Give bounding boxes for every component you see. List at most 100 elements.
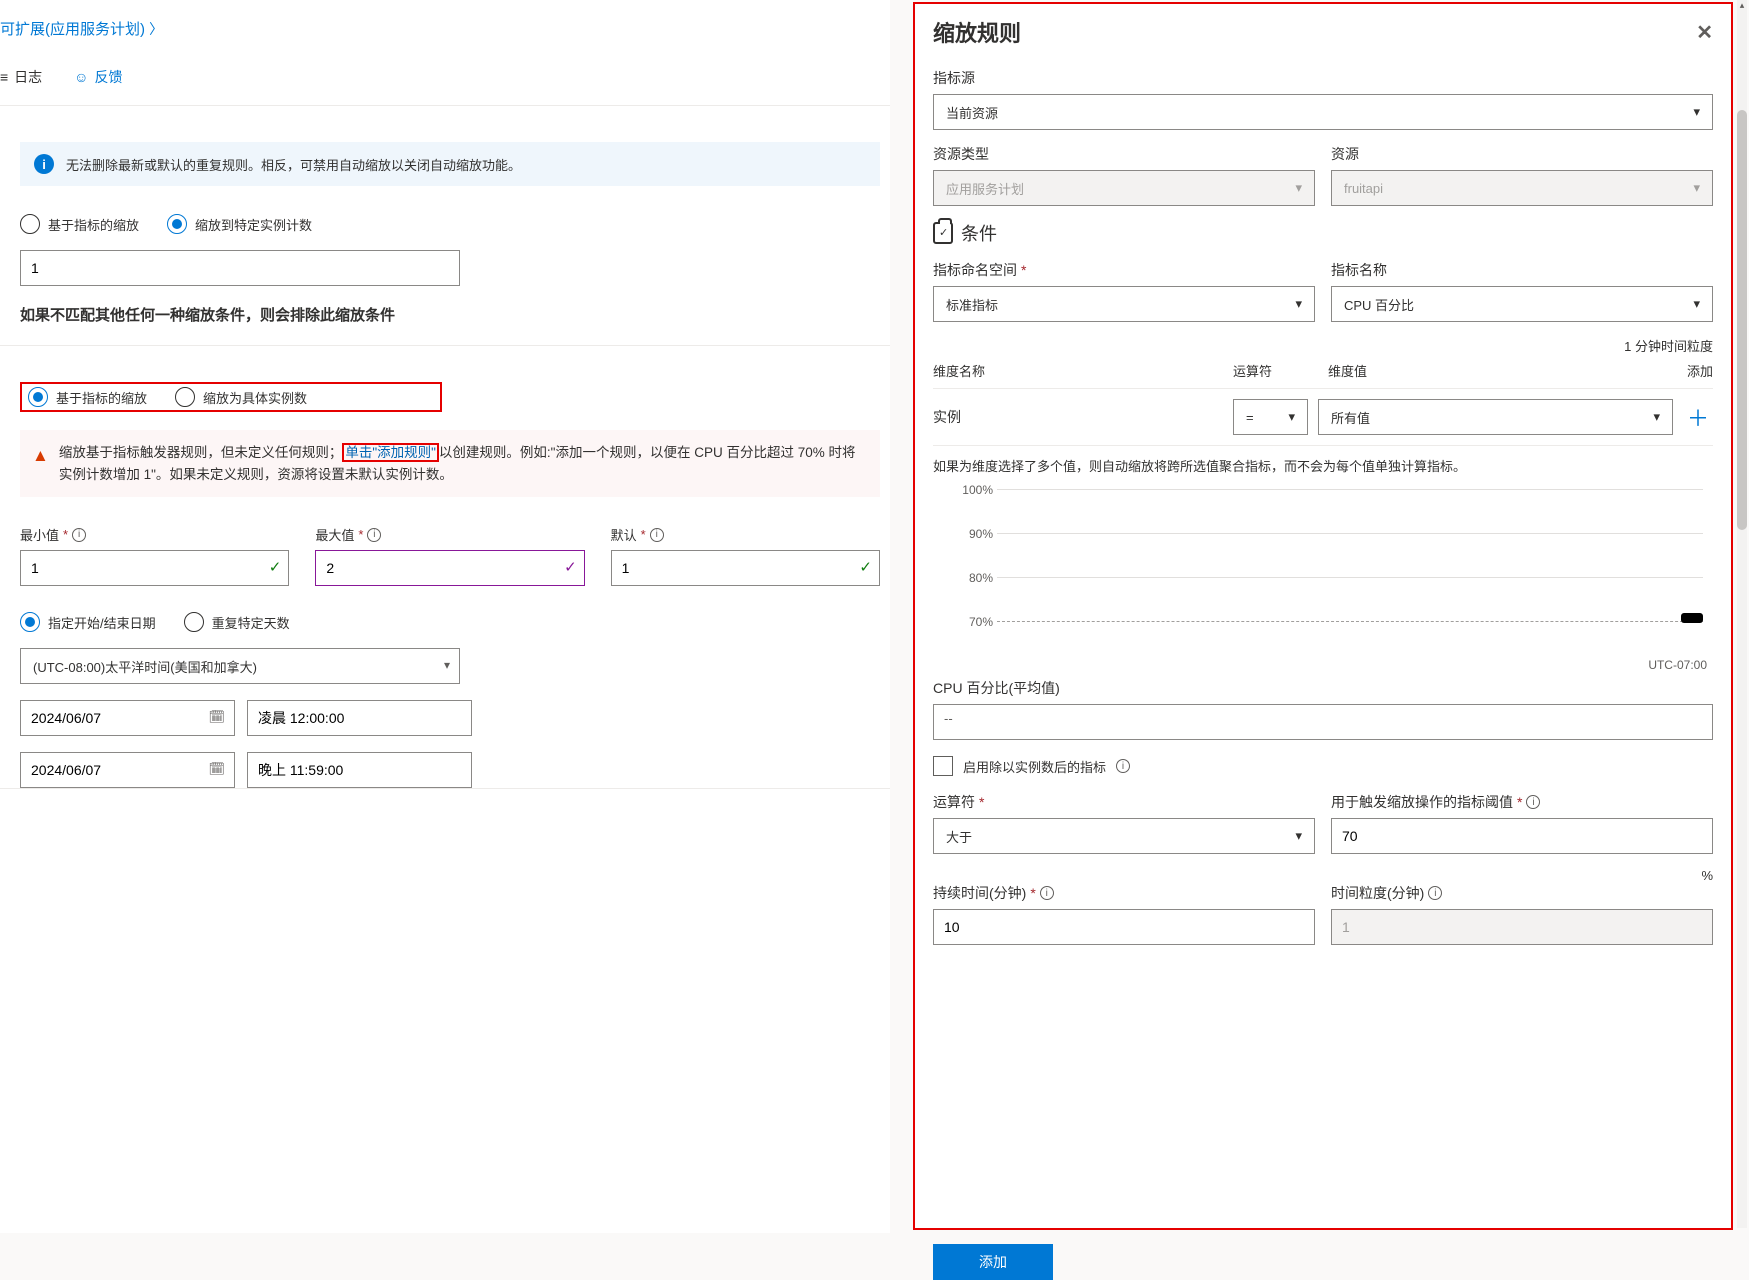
- logs-button[interactable]: ≡ 日志: [0, 67, 42, 87]
- panel-title: 缩放规则: [933, 16, 1021, 48]
- info-icon[interactable]: i: [1040, 886, 1054, 900]
- operator-select[interactable]: 大于 ▾: [933, 818, 1315, 854]
- dim-val-header: 维度值: [1328, 361, 1663, 380]
- warning-icon: ▲: [32, 442, 49, 485]
- calendar-icon[interactable]: 🗓: [208, 709, 225, 725]
- chevron-down-icon: ▾: [1295, 828, 1302, 844]
- grain-input: [1331, 909, 1713, 945]
- resource-label: 资源: [1331, 144, 1713, 164]
- namespace-value: 标准指标: [946, 295, 998, 314]
- namespace-select[interactable]: 标准指标 ▾: [933, 286, 1315, 322]
- chevron-down-icon: ▾: [1693, 296, 1700, 312]
- info-icon[interactable]: i: [650, 528, 664, 542]
- duration-input[interactable]: [933, 909, 1315, 945]
- radio-instance-count-1[interactable]: 缩放到特定实例计数: [167, 214, 312, 234]
- namespace-label: 指标命名空间: [933, 260, 1017, 280]
- radio-label: 基于指标的缩放: [56, 388, 147, 407]
- add-button[interactable]: 添加: [933, 1244, 1053, 1280]
- radio-label: 基于指标的缩放: [48, 215, 139, 234]
- resource-select: fruitapi ▾: [1331, 170, 1713, 206]
- granularity-note: 1 分钟时间粒度: [933, 336, 1713, 355]
- metric-source-select[interactable]: 当前资源 ▾: [933, 94, 1713, 130]
- min-input[interactable]: [20, 550, 289, 586]
- resource-value: fruitapi: [1344, 181, 1383, 196]
- logs-label: 日志: [14, 67, 42, 87]
- timezone-value: (UTC-08:00)太平洋时间(美国和加拿大): [33, 657, 257, 676]
- radio-instance-count-2[interactable]: 缩放为具体实例数: [175, 387, 307, 407]
- feedback-button[interactable]: ☺ 反馈: [74, 67, 122, 87]
- grain-label: 时间粒度(分钟): [1331, 883, 1424, 903]
- scroll-up-icon[interactable]: ▴: [1737, 0, 1747, 12]
- dimension-note: 如果为维度选择了多个值，则自动缩放将跨所选值聚合指标，而不会为每个值单独计算指标…: [933, 456, 1713, 475]
- percent-label: %: [933, 868, 1713, 883]
- dim-add-header: 添加: [1663, 361, 1713, 380]
- default-label: 默认: [611, 525, 637, 544]
- add-rule-link[interactable]: 单击"添加规则": [342, 443, 439, 462]
- info-icon[interactable]: i: [72, 528, 86, 542]
- dim-op-header: 运算符: [1233, 361, 1328, 380]
- instance-count-input[interactable]: [20, 250, 460, 286]
- info-icon[interactable]: i: [367, 528, 381, 542]
- end-time-input[interactable]: [247, 752, 472, 788]
- ytick: 90%: [953, 527, 993, 541]
- info-icon: i: [34, 154, 54, 174]
- chevron-down-icon: ▾: [1295, 180, 1302, 196]
- breadcrumb-link[interactable]: 可扩展(应用服务计划): [0, 21, 145, 38]
- clipboard-icon: [933, 222, 953, 244]
- end-date-input[interactable]: [20, 752, 235, 788]
- start-date-input[interactable]: [20, 700, 235, 736]
- resource-type-select: 应用服务计划 ▾: [933, 170, 1315, 206]
- info-icon[interactable]: i: [1116, 759, 1130, 773]
- scrollbar-thumb[interactable]: [1737, 110, 1747, 530]
- dimension-name: 实例: [933, 407, 1223, 427]
- radio-date-range[interactable]: 指定开始/结束日期: [20, 612, 156, 632]
- dim-name-header: 维度名称: [933, 361, 1233, 380]
- operator-label: 运算符: [933, 792, 975, 812]
- chevron-down-icon: ▾: [1653, 409, 1660, 425]
- info-banner: i 无法删除最新或默认的重复规则。相反，可禁用自动缩放以关闭自动缩放功能。: [20, 142, 880, 186]
- radio-metric-scale-1[interactable]: 基于指标的缩放: [20, 214, 139, 234]
- resource-type-label: 资源类型: [933, 144, 1315, 164]
- dimension-op-select[interactable]: = ▾: [1233, 399, 1308, 435]
- info-icon[interactable]: i: [1428, 886, 1442, 900]
- chevron-down-icon: ▾: [1693, 180, 1700, 196]
- duration-label: 持续时间(分钟): [933, 883, 1026, 903]
- dim-op-value: =: [1246, 410, 1254, 425]
- log-icon: ≡: [0, 69, 8, 85]
- info-text: 无法删除最新或默认的重复规则。相反，可禁用自动缩放以关闭自动缩放功能。: [66, 155, 521, 174]
- ytick: 100%: [953, 483, 993, 497]
- check-icon: ✓: [269, 558, 282, 576]
- radio-label: 重复特定天数: [212, 613, 290, 632]
- add-dimension-button[interactable]: ＋: [1683, 401, 1713, 433]
- feedback-label: 反馈: [94, 67, 122, 87]
- close-icon[interactable]: ✕: [1696, 20, 1713, 45]
- check-icon: ✓: [859, 558, 872, 576]
- check-icon: ✓: [564, 558, 577, 576]
- chevron-down-icon: ▾: [444, 658, 450, 672]
- radio-repeat-days[interactable]: 重复特定天数: [184, 612, 290, 632]
- default-input[interactable]: [611, 550, 880, 586]
- cpu-avg-label: CPU 百分比(平均值): [933, 678, 1713, 698]
- metric-name-label: 指标名称: [1331, 260, 1713, 280]
- ytick: 80%: [953, 571, 993, 585]
- operator-value: 大于: [946, 827, 972, 846]
- metric-chart: 100% 90% 80% 70% UTC-07:00: [953, 489, 1707, 654]
- start-time-input[interactable]: [247, 700, 472, 736]
- max-input[interactable]: [315, 550, 584, 586]
- warning-banner: ▲ 缩放基于指标触发器规则，但未定义任何规则；单击"添加规则"以创建规则。例如:…: [20, 430, 880, 497]
- dim-val-value: 所有值: [1331, 408, 1370, 427]
- calendar-icon[interactable]: 🗓: [208, 761, 225, 777]
- metric-name-select[interactable]: CPU 百分比 ▾: [1331, 286, 1713, 322]
- feedback-icon: ☺: [74, 69, 88, 85]
- timezone-select[interactable]: (UTC-08:00)太平洋时间(美国和加拿大) ▾: [20, 648, 460, 684]
- metric-source-label: 指标源: [933, 68, 1713, 88]
- scale-rule-panel: 缩放规则 ✕ 指标源 当前资源 ▾ 资源类型 应用服务计划 ▾ 资源 fruit…: [913, 2, 1733, 1230]
- radio-label: 缩放到特定实例计数: [195, 215, 312, 234]
- divide-by-instance-checkbox[interactable]: [933, 756, 953, 776]
- radio-metric-scale-2[interactable]: 基于指标的缩放: [28, 387, 147, 407]
- threshold-input[interactable]: [1331, 818, 1713, 854]
- resource-type-value: 应用服务计划: [946, 179, 1024, 198]
- info-icon[interactable]: i: [1526, 795, 1540, 809]
- dimension-val-select[interactable]: 所有值 ▾: [1318, 399, 1673, 435]
- chevron-down-icon: ▾: [1288, 409, 1295, 425]
